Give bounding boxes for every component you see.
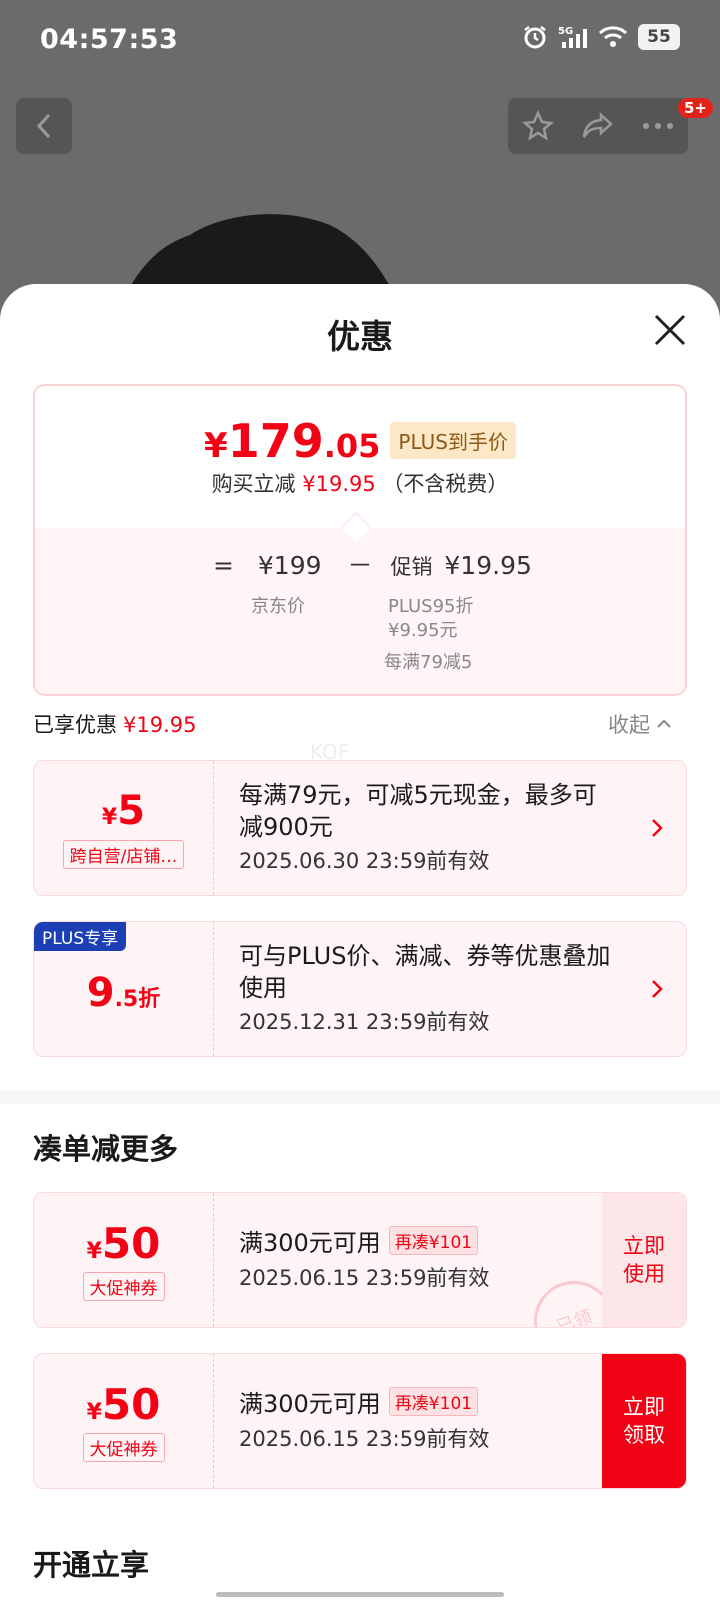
wifi-icon bbox=[598, 26, 628, 47]
coupon-value: ¥ 50 大促神券 bbox=[34, 1193, 214, 1327]
price-reduction-text: 购买立减 ¥19.95 （不含税费） bbox=[35, 468, 685, 498]
plus-price-tag: PLUS到手价 bbox=[390, 422, 516, 459]
discount-validity: 2025.06.30 23:59前有效 bbox=[239, 849, 490, 873]
final-price: ¥ 179 .05 PLUS到手价 bbox=[35, 414, 685, 468]
coupon-condition: 满300元可用 再凑¥101 bbox=[239, 1223, 599, 1258]
price-calc-row: = ¥199 － 促销 ¥19.95 bbox=[213, 546, 532, 582]
claim-now-button[interactable]: 立即领取 bbox=[602, 1354, 686, 1488]
discount-validity: 2025.12.31 23:59前有效 bbox=[239, 1010, 490, 1034]
discount-scope-tag: 跨自营/店铺… bbox=[62, 839, 185, 869]
collapse-toggle[interactable]: 收起 bbox=[608, 709, 672, 739]
discount-card-cash[interactable]: ¥ 5 跨自营/店铺… 每满79元，可减5元现金，最多可减900元 2025.0… bbox=[33, 760, 687, 896]
minus-sign: － bbox=[347, 551, 373, 580]
coupon-threshold: 满300元可用 bbox=[239, 1229, 381, 1257]
discount-rule: 每满79元，可减5元现金，最多可减900元 bbox=[239, 781, 597, 841]
amount-number: 5 bbox=[117, 787, 146, 834]
discount-value: 9 .5折 bbox=[34, 922, 214, 1056]
promo-detail-amount: ¥9.95元 bbox=[388, 620, 458, 641]
coupon-amount: ¥ 50 bbox=[87, 1380, 161, 1429]
reduction-suffix: （不含税费） bbox=[382, 472, 509, 496]
reduction-prefix: 购买立减 bbox=[211, 472, 296, 496]
discount-desc: 可与PLUS价、满减、券等优惠叠加使用 2025.12.31 23:59前有效 bbox=[239, 940, 619, 1038]
home-indicator[interactable] bbox=[216, 1592, 504, 1597]
jd-price: ¥199 bbox=[257, 551, 322, 580]
message-badge: 5+ bbox=[678, 98, 714, 118]
star-icon[interactable] bbox=[521, 110, 554, 142]
coupon-value: ¥ 50 大促神券 bbox=[34, 1354, 214, 1488]
amount-number: 9 bbox=[86, 970, 115, 1016]
price-currency: ¥ bbox=[204, 426, 228, 466]
amount-number: 50 bbox=[101, 1380, 161, 1429]
coupon-info: 满300元可用 再凑¥101 2025.06.15 23:59前有效 bbox=[239, 1384, 599, 1453]
enjoyed-amount: ¥19.95 bbox=[123, 713, 197, 737]
sheet-title: 优惠 bbox=[327, 317, 393, 356]
coupon-condition: 满300元可用 再凑¥101 bbox=[239, 1384, 599, 1419]
coupon-type-tag: 大促神券 bbox=[82, 1433, 165, 1462]
chevron-up-icon bbox=[657, 719, 671, 728]
discount-amount: ¥ 5 bbox=[102, 788, 145, 834]
chevron-right-icon bbox=[652, 819, 663, 837]
jd-price-label: 京东价 bbox=[251, 596, 305, 617]
coupon-threshold: 满300元可用 bbox=[239, 1390, 381, 1418]
svg-text:5G: 5G bbox=[558, 26, 573, 37]
discount-desc: 每满79元，可减5元现金，最多可减900元 2025.06.30 23:59前有… bbox=[239, 779, 619, 877]
amount-number: 50 bbox=[101, 1219, 161, 1268]
coupon-card: ¥ 50 大促神券 满300元可用 再凑¥101 2025.06.15 23:5… bbox=[33, 1192, 687, 1328]
amount-suffix: .5折 bbox=[114, 987, 161, 1012]
coupon-card: ¥ 50 大促神券 满300元可用 再凑¥101 2025.06.15 23:5… bbox=[33, 1353, 687, 1489]
amount-currency: ¥ bbox=[101, 804, 118, 830]
promo-detail-plus: PLUS95折 bbox=[388, 596, 474, 617]
chevron-left-icon bbox=[36, 113, 51, 139]
discount-card-plus[interactable]: PLUS专享 9 .5折 可与PLUS价、满减、券等优惠叠加使用 2025.12… bbox=[33, 921, 687, 1057]
discount-amount: 9 .5折 bbox=[87, 970, 161, 1016]
promo-label: 促销 bbox=[390, 555, 433, 579]
signal-5g-icon: 5G bbox=[558, 26, 587, 48]
section-divider bbox=[0, 1090, 720, 1104]
share-icon[interactable] bbox=[581, 111, 615, 141]
price-breakdown: = ¥199 － 促销 ¥19.95 京东价 PLUS95折 ¥9.95元 每满… bbox=[35, 528, 685, 694]
chevron-right-icon bbox=[652, 980, 663, 998]
coupon-type-tag: 大促神券 bbox=[82, 1272, 165, 1301]
reduction-amount: ¥19.95 bbox=[302, 472, 376, 496]
equals-sign: = bbox=[213, 551, 234, 580]
use-now-button[interactable]: 立即使用 bbox=[602, 1193, 686, 1327]
status-icons: 5G 55 bbox=[522, 24, 680, 50]
promo-amount: ¥19.95 bbox=[444, 551, 532, 580]
section-title-more: 凑单减更多 bbox=[33, 1132, 179, 1166]
enjoyed-discount: 已享优惠 ¥19.95 bbox=[33, 709, 196, 739]
discount-value: ¥ 5 跨自营/店铺… bbox=[34, 761, 214, 895]
price-summary-card: ¥ 179 .05 PLUS到手价 购买立减 ¥19.95 （不含税费） = ¥… bbox=[33, 384, 687, 696]
battery-indicator: 55 bbox=[638, 24, 680, 50]
more-icon[interactable] bbox=[642, 121, 674, 131]
status-time: 04:57:53 bbox=[40, 24, 179, 55]
alarm-icon bbox=[524, 26, 546, 49]
section-title-open: 开通立享 bbox=[33, 1548, 150, 1582]
amount-currency: ¥ bbox=[86, 1239, 102, 1264]
promo-detail-rule: 每满79减5 bbox=[384, 652, 473, 673]
coupon-info: 满300元可用 再凑¥101 2025.06.15 23:59前有效 bbox=[239, 1223, 599, 1292]
price-decimal: .05 bbox=[323, 427, 381, 465]
coupon-validity: 2025.06.15 23:59前有效 bbox=[239, 1266, 490, 1290]
collapse-label: 收起 bbox=[608, 713, 650, 737]
enjoyed-label: 已享优惠 bbox=[33, 713, 117, 737]
status-bar: 04:57:53 5G 55 bbox=[0, 0, 720, 80]
discount-rule: 可与PLUS价、满减、券等优惠叠加使用 bbox=[239, 942, 611, 1002]
coupon-amount: ¥ 50 bbox=[87, 1219, 161, 1268]
price-integer: 179 bbox=[227, 414, 324, 468]
coupon-gap-tag: 再凑¥101 bbox=[388, 1226, 479, 1255]
nav-actions bbox=[508, 98, 688, 154]
close-icon[interactable] bbox=[650, 310, 690, 350]
discount-sheet: 优惠 ¥ 179 .05 PLUS到手价 购买立减 ¥19.95 （不含税费） … bbox=[0, 284, 720, 1600]
coupon-validity: 2025.06.15 23:59前有效 bbox=[239, 1427, 490, 1451]
amount-currency: ¥ bbox=[86, 1400, 102, 1425]
back-button[interactable] bbox=[16, 98, 72, 154]
coupon-gap-tag: 再凑¥101 bbox=[388, 1387, 479, 1416]
price-top: ¥ 179 .05 PLUS到手价 购买立减 ¥19.95 （不含税费） bbox=[35, 386, 685, 528]
